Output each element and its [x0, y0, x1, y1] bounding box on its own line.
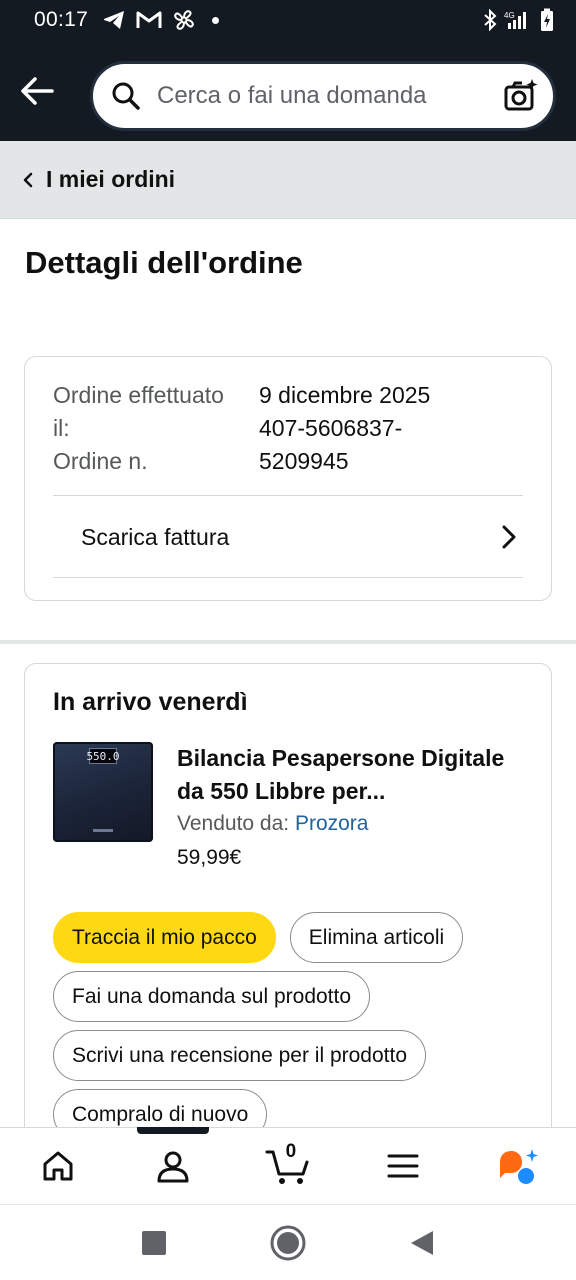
active-tab-indicator	[137, 1127, 209, 1134]
order-info-labels: Ordine effettuato il: Ordine n.	[53, 379, 243, 478]
divider	[53, 577, 523, 578]
order-number-value: 407-5606837-5209945	[259, 415, 403, 474]
divider	[53, 495, 523, 496]
signal-icon: 4G	[504, 11, 526, 29]
breadcrumb-label: I miei ordini	[46, 166, 176, 192]
ask-question-button[interactable]: Fai una domanda sul prodotto	[53, 971, 371, 1022]
svg-text:4G: 4G	[504, 11, 515, 20]
product-image[interactable]: 550.0	[53, 742, 153, 842]
search-bar[interactable]	[90, 61, 556, 131]
scale-brand-mark	[93, 829, 113, 832]
chevron-left-icon	[23, 172, 33, 187]
back-button[interactable]	[2, 56, 72, 126]
system-navigation	[0, 1204, 576, 1280]
arrow-left-icon	[21, 76, 54, 105]
more-notifications-dot	[212, 16, 220, 24]
rufus-assistant-icon	[500, 1149, 539, 1184]
nav-rufus[interactable]	[483, 1131, 553, 1201]
nav-account[interactable]	[138, 1131, 208, 1201]
order-date-value: 9 dicembre 2025	[259, 382, 431, 408]
order-number-label: Ordine n.	[53, 448, 148, 474]
order-info-values: 9 dicembre 2025 407-5606837-5209945	[259, 379, 479, 478]
nav-home[interactable]	[23, 1131, 93, 1201]
fan-icon	[174, 10, 194, 30]
bottom-navigation: 0	[0, 1127, 576, 1204]
app-header	[0, 40, 576, 141]
home-button-icon[interactable]	[269, 1224, 307, 1262]
bluetooth-icon	[484, 9, 497, 31]
order-date-label: Ordine effettuato il:	[53, 382, 224, 441]
seller-prefix: Venduto da:	[177, 812, 295, 835]
product-title[interactable]: Bilancia Pesapersone Digitale da 550 Lib…	[177, 742, 527, 808]
nav-cart[interactable]: 0	[253, 1131, 323, 1201]
hamburger-menu-icon	[387, 1154, 419, 1178]
track-package-button[interactable]: Traccia il mio pacco	[53, 912, 276, 963]
delivery-status: In arrivo venerdì	[53, 688, 248, 716]
scale-display: 550.0	[86, 748, 120, 764]
user-icon	[157, 1151, 189, 1183]
status-bar: 00:17 4G	[0, 0, 576, 40]
order-info-card: Ordine effettuato il: Ordine n. 9 dicemb…	[24, 356, 552, 601]
home-icon	[43, 1151, 73, 1181]
nav-menu[interactable]	[368, 1131, 438, 1201]
back-triangle-icon[interactable]	[409, 1229, 435, 1257]
chevron-right-icon	[502, 525, 516, 549]
notification-icons	[102, 8, 220, 32]
seller-line: Venduto da: Prozora	[177, 812, 368, 836]
gmail-icon	[136, 11, 162, 28]
download-invoice-row[interactable]: Scarica fattura	[53, 497, 523, 577]
page-title: Dettagli dell'ordine	[25, 245, 303, 280]
download-invoice-label: Scarica fattura	[81, 523, 230, 550]
status-time: 00:17	[34, 8, 89, 31]
cart-count: 0	[285, 1141, 297, 1162]
section-divider	[0, 640, 576, 644]
product-price: 59,99€	[177, 846, 242, 869]
order-actions: Traccia il mio pacco Elimina articoli Fa…	[53, 912, 533, 1140]
telegram-icon	[104, 11, 125, 29]
seller-link[interactable]: Prozora	[295, 812, 369, 835]
breadcrumb[interactable]: I miei ordini	[0, 141, 576, 219]
write-review-button[interactable]: Scrivi una recensione per il prodotto	[53, 1030, 427, 1081]
system-icons: 4G	[482, 8, 554, 32]
recent-apps-icon[interactable]	[141, 1230, 167, 1256]
delete-items-button[interactable]: Elimina articoli	[289, 912, 464, 963]
camera-search-icon[interactable]	[503, 78, 539, 114]
shipment-card: In arrivo venerdì 550.0 Bilancia Pesaper…	[24, 663, 552, 1183]
battery-charging-icon	[541, 8, 553, 31]
search-icon	[112, 82, 140, 110]
search-input[interactable]	[157, 82, 503, 110]
